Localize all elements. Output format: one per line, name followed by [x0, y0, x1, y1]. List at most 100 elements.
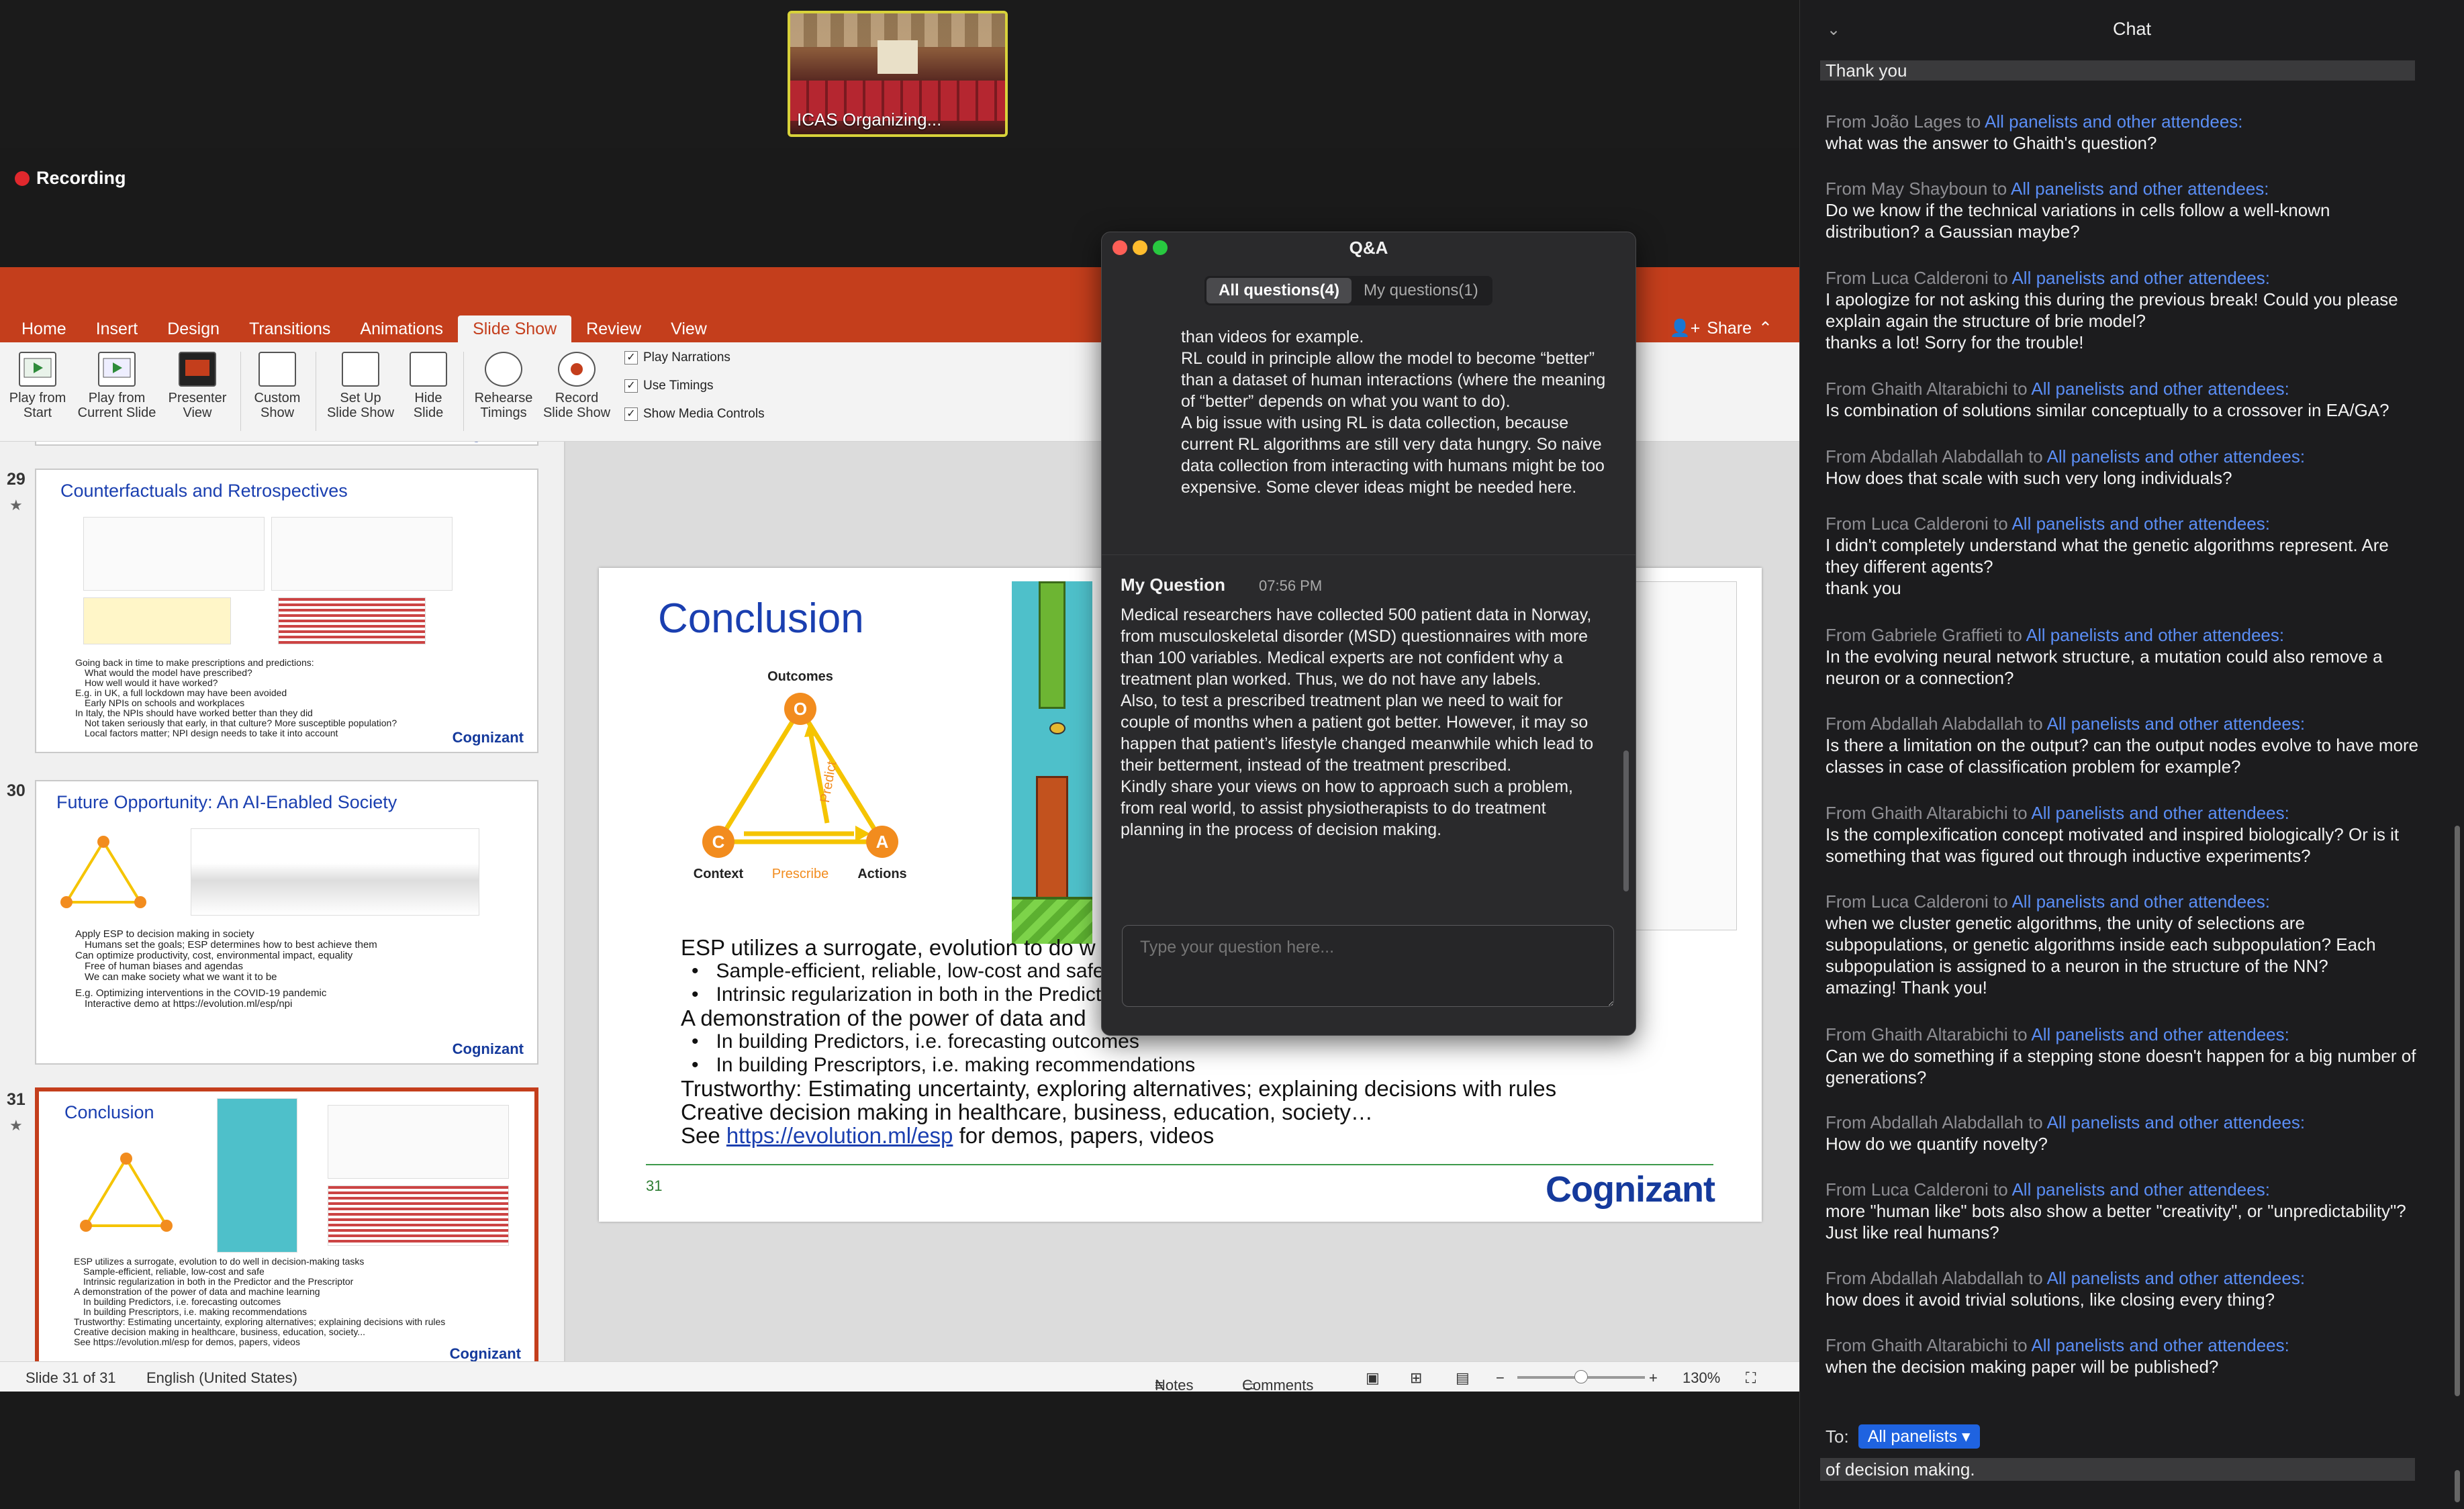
diagram-prescribe-label: Prescribe — [772, 867, 828, 881]
zoom-level[interactable]: 130% — [1683, 1369, 1720, 1387]
tab-home[interactable]: Home — [7, 315, 81, 342]
slide-thumbnail-28[interactable]: Cognizant — [35, 442, 538, 446]
thumbnail-title: Conclusion — [64, 1102, 154, 1122]
chat-message: From Abdallah Alabdallah to All panelist… — [1826, 446, 2423, 489]
thumbnail-triangle-diagram — [60, 836, 146, 908]
thumbnail-line: Trustworthy: Estimating uncertainty, exp… — [74, 1316, 446, 1327]
tab-review[interactable]: Review — [571, 315, 656, 342]
chat-recipient: All panelists and other attendees: — [2011, 1179, 2270, 1200]
chat-message-body: more "human like" bots also show a bette… — [1826, 1201, 2406, 1243]
chat-message: From Abdallah Alabdallah to All panelist… — [1826, 713, 2423, 777]
presenter-view-button[interactable]: Presenter View — [164, 352, 231, 420]
slide-thumbnails-panel[interactable]: Cognizant 29 ★ Counterfactuals and Retro… — [0, 442, 564, 1361]
chat-recipient: All panelists and other attendees: — [2011, 268, 2270, 288]
chat-message: From Abdallah Alabdallah to All panelist… — [1826, 1267, 2423, 1310]
thumbnail-line: Sample-efficient, reliable, low-cost and… — [83, 1266, 265, 1277]
evolution-link[interactable]: https://evolution.ml/esp — [726, 1123, 953, 1148]
chat-message-body: when the decision making paper will be p… — [1826, 1357, 2219, 1377]
tab-all-questions[interactable]: All questions(4) — [1206, 278, 1352, 303]
chat-message: From Gabriele Graffieti to All panelists… — [1826, 624, 2423, 689]
qa-scrollbar[interactable] — [1623, 750, 1629, 891]
chat-message-header: From Ghaith Altarabichi to All panelists… — [1826, 378, 2423, 399]
tab-transitions[interactable]: Transitions — [234, 315, 345, 342]
chat-recipient: All panelists and other attendees: — [2031, 1335, 2289, 1355]
chat-sender: From Abdallah Alabdallah to — [1826, 1268, 2047, 1288]
tab-animations[interactable]: Animations — [345, 315, 458, 342]
esp-triangle-diagram: Outcomes O C A Context Actions Prescribe… — [694, 669, 907, 881]
recipient-dropdown[interactable]: All panelists ▾ — [1858, 1424, 1980, 1449]
play-from-start-button[interactable]: Play from Start — [5, 352, 70, 420]
hide-slide-label: Hide Slide — [413, 391, 444, 420]
chat-input-scrollbar[interactable] — [2455, 1470, 2460, 1502]
share-button[interactable]: 👤+ Share ⌃ — [1670, 318, 1772, 338]
chat-sender: From João Lages to — [1826, 111, 1985, 132]
slide-thumbnail-29[interactable]: Counterfactuals and Retrospectives Going… — [35, 469, 538, 753]
thumbnail-line: Free of human biases and agendas — [85, 961, 243, 972]
play-from-start-label: Play from Start — [9, 391, 66, 420]
qa-question-input[interactable] — [1122, 925, 1614, 1007]
thumbnail-line: A demonstration of the power of data and… — [74, 1286, 320, 1297]
participant-video-tile[interactable]: ICAS Organizing... — [788, 11, 1008, 137]
tab-design[interactable]: Design — [152, 315, 234, 342]
fit-slide-icon[interactable]: ⛶ — [1746, 1369, 1756, 1387]
checkmark-icon: ✓ — [624, 379, 638, 393]
thumbnail-line: In Italy, the NPIs should have worked be… — [75, 708, 313, 718]
set-up-slide-show-button[interactable]: Set Up Slide Show — [324, 352, 397, 420]
notes-label: Notes — [1155, 1377, 1194, 1394]
rehearse-timings-button[interactable]: Rehearse Timings — [470, 352, 537, 420]
thumbnail-chart — [328, 1105, 509, 1179]
use-timings-checkbox[interactable]: ✓ Use Timings — [624, 379, 714, 393]
show-media-controls-checkbox[interactable]: ✓ Show Media Controls — [624, 407, 765, 422]
slide-title: Conclusion — [658, 595, 864, 642]
chat-message-body: what was the answer to Ghaith's question… — [1826, 133, 2157, 153]
reading-view-icon[interactable]: ▤ — [1456, 1369, 1470, 1387]
tab-view[interactable]: View — [656, 315, 722, 342]
chat-message-body: how does it avoid trivial solutions, lik… — [1826, 1289, 2275, 1310]
diagram-actions-label: Actions — [857, 867, 906, 881]
chat-message-header: From Gabriele Graffieti to All panelists… — [1826, 624, 2423, 646]
play-from-current-button[interactable]: Play from Current Slide — [75, 352, 158, 420]
record-slide-show-button[interactable]: Record Slide Show — [540, 352, 614, 420]
tab-slide-show[interactable]: Slide Show — [458, 315, 572, 342]
custom-show-button[interactable]: Custom Show — [247, 352, 307, 420]
slide-thumbnail-30[interactable]: Future Opportunity: An AI-Enabled Societ… — [35, 780, 538, 1065]
thumbnail-text: Going back in time to make prescriptions… — [75, 658, 505, 738]
language-status[interactable]: English (United States) — [146, 1369, 297, 1387]
chat-sender: From Luca Calderoni to — [1826, 514, 2012, 534]
my-question-label: My Question — [1121, 575, 1226, 595]
chat-recipient: All panelists and other attendees: — [1985, 111, 2243, 132]
thumbnail-line: E.g. in UK, a full lockdown may have bee… — [75, 687, 287, 698]
bird-icon — [1049, 722, 1065, 734]
chat-scrollbar[interactable] — [2455, 826, 2460, 1396]
zoom-slider-thumb[interactable] — [1574, 1370, 1588, 1383]
play-narrations-checkbox[interactable]: ✓ Play Narrations — [624, 350, 730, 365]
chat-message-body: How does that scale with such very long … — [1826, 468, 2232, 488]
chat-message: From Luca Calderoni to All panelists and… — [1826, 1179, 2423, 1243]
record-dot-icon — [15, 171, 30, 186]
qa-divider — [1102, 554, 1636, 555]
chat-sender: From Gabriele Graffieti to — [1826, 625, 2026, 645]
chat-message-body: In the evolving neural network structure… — [1826, 646, 2383, 688]
normal-view-icon[interactable]: ▣ — [1366, 1369, 1380, 1387]
custom-show-icon — [258, 352, 296, 387]
zoom-in-icon[interactable]: + — [1649, 1369, 1658, 1387]
tab-my-questions[interactable]: My questions(1) — [1352, 278, 1490, 303]
hide-slide-button[interactable]: Hide Slide — [401, 352, 455, 420]
slide-bullet: Trustworthy: Estimating uncertainty, exp… — [681, 1076, 1557, 1101]
slide-sorter-icon[interactable]: ⊞ — [1410, 1369, 1422, 1387]
chat-recipient: All panelists and other attendees: — [2046, 714, 2306, 734]
chat-sender: From Ghaith Altarabichi to — [1826, 803, 2032, 823]
slide-thumbnail-31[interactable]: Conclusion ESP utilizes a surrogate, evo… — [35, 1087, 538, 1361]
chat-message: From João Lages to All panelists and oth… — [1826, 111, 2423, 154]
chat-message-header: From João Lages to All panelists and oth… — [1826, 111, 2423, 132]
play-narrations-label: Play Narrations — [643, 350, 730, 364]
chat-sender: From Ghaith Altarabichi to — [1826, 1335, 2032, 1355]
zoom-out-icon[interactable]: − — [1496, 1369, 1505, 1387]
thumbnail-line: Not taken seriously that early, in that … — [85, 718, 397, 728]
chat-recipient: All panelists and other attendees: — [2031, 379, 2289, 399]
chat-sender: From Ghaith Altarabichi to — [1826, 1024, 2032, 1044]
thumbnail-line: ESP utilizes a surrogate, evolution to d… — [74, 1256, 365, 1267]
chat-message: From Ghaith Altarabichi to All panelists… — [1826, 1334, 2423, 1377]
chat-message-input[interactable]: of decision making. — [1820, 1458, 2415, 1481]
tab-insert[interactable]: Insert — [81, 315, 153, 342]
